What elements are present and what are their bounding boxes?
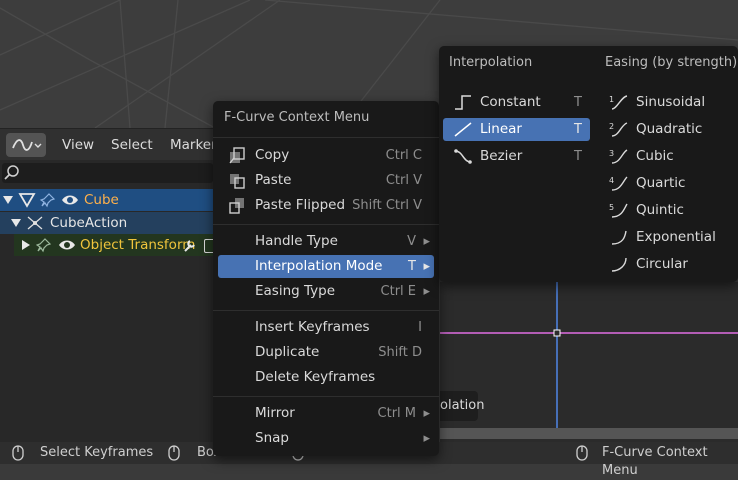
channel-name-cube: Cube: [84, 192, 119, 208]
menu-separator: [213, 137, 439, 138]
expand-triangle-icon[interactable]: [10, 217, 22, 229]
submenu-item-exponential[interactable]: Exponential: [599, 226, 733, 249]
menu-item-duplicate[interactable]: Duplicate Shift D: [218, 341, 434, 364]
channel-row-cube[interactable]: Cube: [0, 189, 215, 211]
menu-item-snap[interactable]: Snap ▸: [218, 427, 434, 450]
cubic-icon: 3: [609, 149, 628, 164]
menu-select[interactable]: Select: [111, 135, 153, 155]
graph-area[interactable]: [440, 282, 738, 442]
quintic-icon: 5: [609, 203, 628, 218]
wrench-icon[interactable]: [182, 238, 198, 252]
submenu-arrow-icon: ▸: [423, 259, 430, 274]
tooltip-fragment: olation: [440, 391, 484, 421]
quadratic-icon: 2: [609, 122, 628, 137]
submenu-item-quartic[interactable]: 4 Quartic: [599, 172, 733, 195]
menu-item-paste-flipped[interactable]: Paste Flipped Shift Ctrl V: [218, 194, 434, 217]
menu-separator: [213, 310, 439, 311]
submenu-arrow-icon: ▸: [423, 234, 430, 249]
object-icon: [18, 193, 36, 208]
submenu-arrow-icon: ▸: [423, 431, 430, 446]
status-select-keyframes: Select Keyframes: [40, 445, 154, 460]
mouse-middle-icon: [168, 445, 180, 461]
search-icon: [4, 165, 19, 180]
pin-icon[interactable]: [36, 237, 52, 253]
submenu-item-linear[interactable]: Linear T: [443, 118, 590, 141]
submenu-item-quintic[interactable]: 5 Quintic: [599, 199, 733, 222]
menu-item-interpolation-mode[interactable]: Interpolation Mode T ▸: [218, 255, 434, 278]
submenu-heading-easing: Easing (by strength): [605, 55, 738, 70]
channel-list: Cube CubeAction Object Transform: [0, 186, 215, 442]
paste-icon: [230, 174, 245, 189]
menu-item-delete-keyframes[interactable]: Delete Keyframes: [218, 366, 434, 389]
bezier-icon: [454, 149, 472, 164]
action-icon: [27, 216, 43, 230]
linear-icon: [454, 122, 472, 137]
keyframe-point: [553, 329, 561, 337]
copy-icon: [229, 147, 245, 164]
submenu-item-bezier[interactable]: Bezier T: [443, 145, 590, 168]
interpolation-mode-submenu: Interpolation Easing (by strength) Const…: [439, 46, 738, 282]
quartic-icon: 4: [609, 176, 628, 191]
eye-icon[interactable]: [61, 193, 79, 207]
channel-name-cubeaction: CubeAction: [50, 215, 128, 231]
editor-type-dropdown[interactable]: [6, 133, 46, 157]
submenu-heading-interpolation: Interpolation: [449, 55, 533, 70]
submenu-arrow-icon: ▸: [423, 284, 430, 299]
channel-name-object-transform: Object Transform: [80, 237, 196, 253]
context-menu-title: F-Curve Context Menu: [224, 110, 370, 125]
menu-item-easing-type[interactable]: Easing Type Ctrl E ▸: [218, 280, 434, 303]
exponential-icon: [611, 230, 627, 245]
svg-text:1: 1: [609, 95, 614, 104]
expand-triangle-icon[interactable]: [2, 194, 14, 206]
submenu-item-quadratic[interactable]: 2 Quadratic: [599, 118, 733, 141]
paste-flipped-icon: [229, 198, 244, 214]
menu-separator: [213, 224, 439, 225]
menu-item-insert-keyframes[interactable]: Insert Keyframes I: [218, 316, 434, 339]
channel-row-object-transform[interactable]: Object Transform: [14, 234, 215, 256]
fcurve-context-menu: F-Curve Context Menu Copy Ctrl C Paste C…: [213, 101, 439, 456]
submenu-item-sinusoidal[interactable]: 1 Sinusoidal: [599, 91, 733, 114]
channel-search-input[interactable]: [2, 163, 213, 183]
eye-icon[interactable]: [58, 238, 76, 252]
svg-text:3: 3: [609, 149, 614, 158]
menu-view[interactable]: View: [62, 135, 94, 155]
menu-item-copy[interactable]: Copy Ctrl C: [218, 144, 434, 167]
mouse-left-icon: [12, 445, 24, 461]
svg-text:4: 4: [609, 176, 614, 185]
submenu-item-constant[interactable]: Constant T: [443, 91, 590, 114]
submenu-arrow-icon: ▸: [423, 406, 430, 421]
mouse-right-icon: [576, 445, 588, 461]
tooltip-text: olation: [440, 398, 485, 413]
submenu-item-cubic[interactable]: 3 Cubic: [599, 145, 733, 168]
submenu-item-circular[interactable]: Circular: [599, 253, 733, 276]
pin-icon[interactable]: [40, 192, 56, 208]
circular-icon: [611, 257, 627, 272]
channel-row-cubeaction[interactable]: CubeAction: [0, 212, 215, 234]
expand-triangle-right-icon[interactable]: [20, 239, 32, 251]
constant-icon: [455, 95, 471, 110]
channel-search-row: [0, 160, 215, 186]
menu-separator: [213, 396, 439, 397]
horizontal-scrollbar: [440, 428, 738, 439]
menu-item-mirror[interactable]: Mirror Ctrl M ▸: [218, 402, 434, 425]
graph-canvas: [440, 282, 738, 439]
menu-item-paste[interactable]: Paste Ctrl V: [218, 169, 434, 192]
svg-text:5: 5: [609, 203, 614, 212]
svg-text:2: 2: [609, 122, 614, 131]
graph-editor-icon: [12, 139, 42, 151]
status-fcurve-context-menu: F-Curve Context Menu: [602, 445, 708, 478]
menu-marker[interactable]: Marker: [170, 135, 217, 155]
menu-item-handle-type[interactable]: Handle Type V ▸: [218, 230, 434, 253]
sinusoidal-icon: 1: [609, 95, 628, 110]
